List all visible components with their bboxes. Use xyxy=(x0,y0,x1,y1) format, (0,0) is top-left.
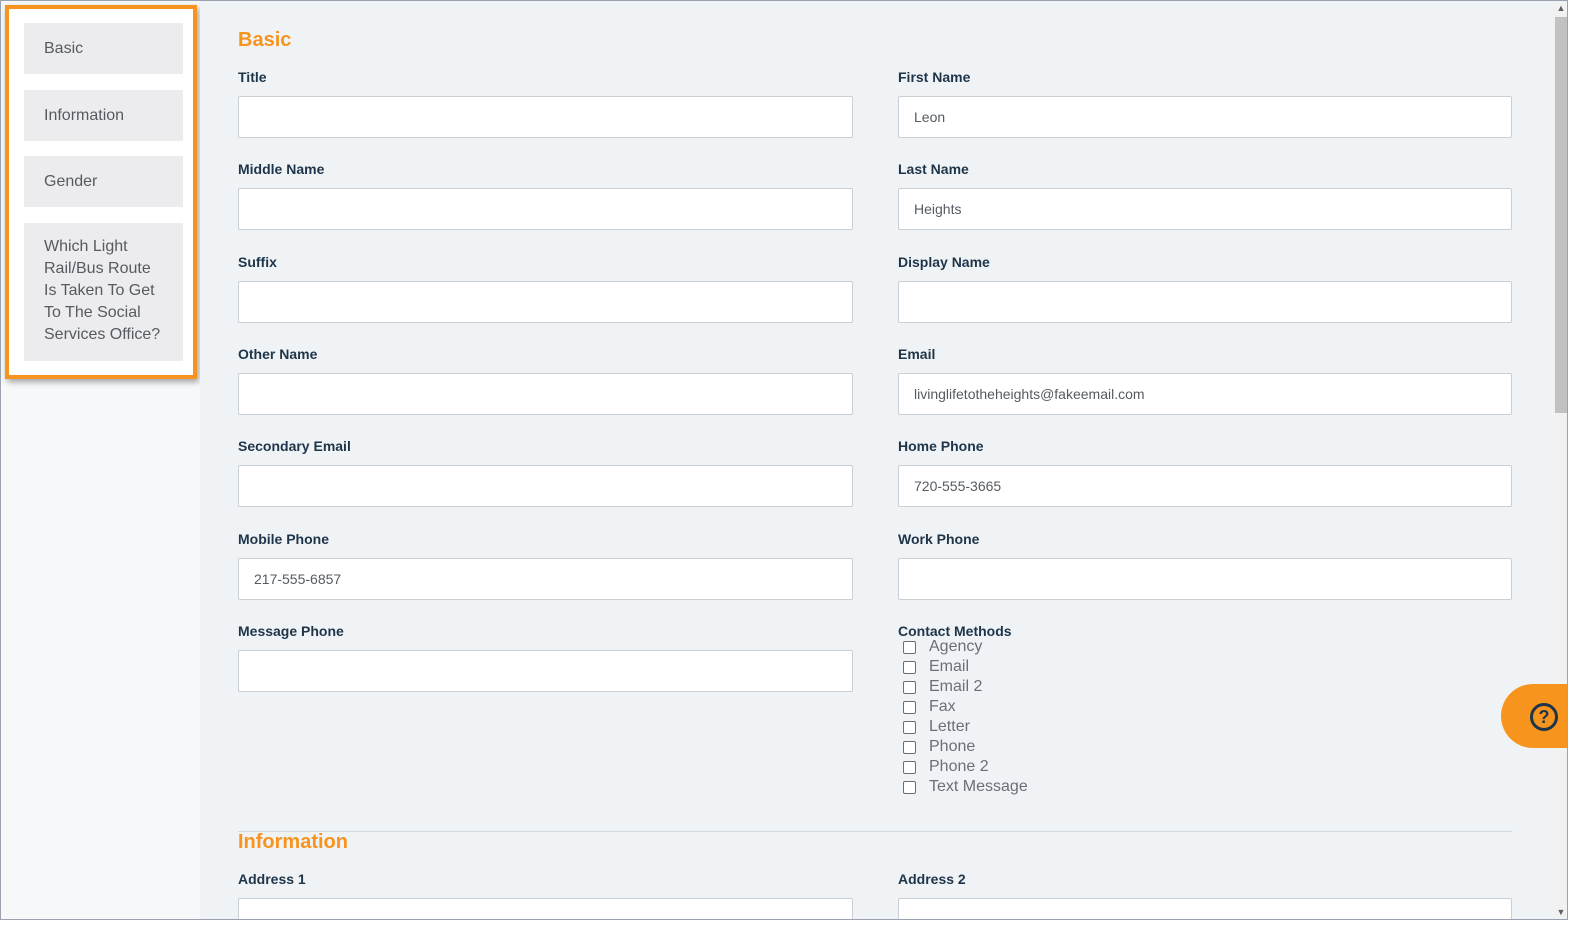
contact-method-letter[interactable]: Letter xyxy=(898,717,1028,737)
first-name-input[interactable] xyxy=(898,96,1512,138)
middle-name-label: Middle Name xyxy=(238,161,325,177)
middle-name-input[interactable] xyxy=(238,188,853,230)
scrollbar-thumb[interactable] xyxy=(1555,17,1567,413)
mobile-phone-label: Mobile Phone xyxy=(238,531,329,547)
suffix-label: Suffix xyxy=(238,254,277,270)
contact-method-agency[interactable]: Agency xyxy=(898,637,1028,657)
scroll-up-arrow-icon[interactable]: ▲ xyxy=(1553,1,1567,15)
checkbox[interactable] xyxy=(903,740,916,754)
last-name-label: Last Name xyxy=(898,161,969,177)
display-name-input[interactable] xyxy=(898,281,1512,323)
work-phone-input[interactable] xyxy=(898,558,1512,600)
sidebar-item-information[interactable]: Information xyxy=(24,90,183,141)
contact-method-email-2[interactable]: Email 2 xyxy=(898,677,1028,697)
question-circle-icon: ? xyxy=(1530,703,1558,731)
first-name-label: First Name xyxy=(898,69,971,85)
mobile-phone-input[interactable] xyxy=(238,558,853,600)
checkbox[interactable] xyxy=(903,700,916,714)
checkbox-label: Email xyxy=(929,658,970,675)
sidebar-item-light-rail-route[interactable]: Which Light Rail/Bus Route Is Taken To G… xyxy=(24,223,183,361)
checkbox[interactable] xyxy=(903,640,916,654)
section-title-information: Information xyxy=(238,831,348,853)
checkbox-label: Phone xyxy=(929,738,976,755)
sidebar-nav-highlight: Basic Information Gender Which Light Rai… xyxy=(5,5,197,379)
message-phone-label: Message Phone xyxy=(238,623,344,639)
address-2-input[interactable] xyxy=(898,898,1512,919)
contact-method-fax[interactable]: Fax xyxy=(898,697,1028,717)
home-phone-input[interactable] xyxy=(898,465,1512,507)
contact-method-text-message[interactable]: Text Message xyxy=(898,777,1028,797)
checkbox[interactable] xyxy=(903,680,916,694)
address-1-input[interactable] xyxy=(238,898,853,919)
email-input[interactable] xyxy=(898,373,1512,415)
display-name-label: Display Name xyxy=(898,254,990,270)
checkbox-label: Phone 2 xyxy=(929,758,989,775)
checkbox-label: Email 2 xyxy=(929,678,983,695)
work-phone-label: Work Phone xyxy=(898,531,980,547)
secondary-email-input[interactable] xyxy=(238,465,853,507)
home-phone-label: Home Phone xyxy=(898,438,984,454)
section-title-basic: Basic xyxy=(238,29,292,51)
secondary-email-label: Secondary Email xyxy=(238,438,351,454)
last-name-input[interactable] xyxy=(898,188,1512,230)
email-label: Email xyxy=(898,346,936,362)
sidebar-item-gender[interactable]: Gender xyxy=(24,156,183,207)
checkbox-label: Letter xyxy=(929,718,970,735)
contact-methods-list: Agency Email Email 2 Fax Letter Phone Ph… xyxy=(898,637,1028,797)
contact-method-email[interactable]: Email xyxy=(898,657,1028,677)
checkbox-label: Text Message xyxy=(929,778,1028,795)
vertical-scrollbar[interactable]: ▲ ▼ xyxy=(1553,1,1567,919)
contact-method-phone[interactable]: Phone xyxy=(898,737,1028,757)
title-label: Title xyxy=(238,69,267,85)
title-input[interactable] xyxy=(238,96,853,138)
help-button[interactable]: ? xyxy=(1501,684,1567,748)
other-name-input[interactable] xyxy=(238,373,853,415)
form-content: Basic Title First Name Middle Name Last … xyxy=(200,1,1553,919)
checkbox-label: Agency xyxy=(929,638,983,655)
scroll-down-arrow-icon[interactable]: ▼ xyxy=(1553,905,1567,919)
suffix-input[interactable] xyxy=(238,281,853,323)
address-2-label: Address 2 xyxy=(898,871,966,887)
checkbox-label: Fax xyxy=(929,698,956,715)
sidebar-item-basic[interactable]: Basic xyxy=(24,23,183,74)
contact-method-phone-2[interactable]: Phone 2 xyxy=(898,757,1028,777)
other-name-label: Other Name xyxy=(238,346,318,362)
sidebar: Basic Information Gender Which Light Rai… xyxy=(1,1,200,919)
checkbox[interactable] xyxy=(903,780,916,794)
message-phone-input[interactable] xyxy=(238,650,853,692)
checkbox[interactable] xyxy=(903,660,916,674)
address-1-label: Address 1 xyxy=(238,871,306,887)
section-divider xyxy=(238,831,1512,832)
app-window: Basic Information Gender Which Light Rai… xyxy=(0,0,1568,920)
checkbox[interactable] xyxy=(903,720,916,734)
checkbox[interactable] xyxy=(903,760,916,774)
